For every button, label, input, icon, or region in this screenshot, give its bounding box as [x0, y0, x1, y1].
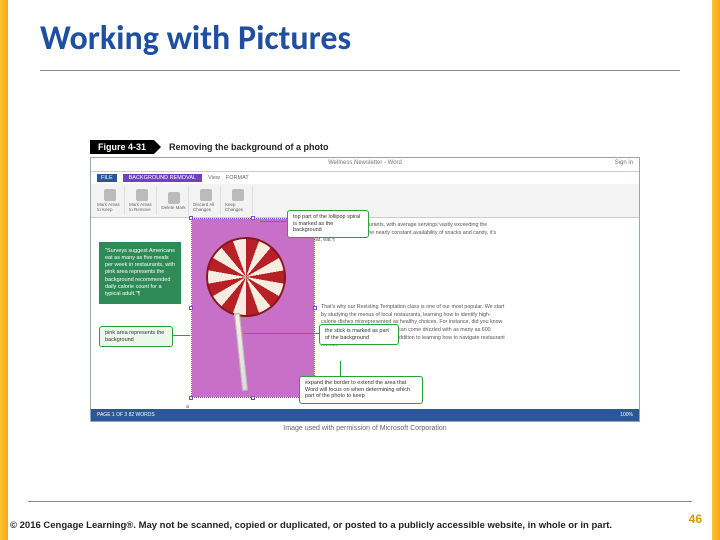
callout-pointer-icon — [260, 221, 288, 222]
mark-remove-icon — [136, 189, 148, 201]
caption-arrow-icon — [154, 140, 161, 154]
discard-button[interactable]: Discard All Changes — [191, 186, 221, 215]
delete-mark-button[interactable]: Delete Mark — [159, 186, 189, 215]
discard-icon — [200, 189, 212, 201]
callout-stick: the stick is marked as part of the backg… — [319, 324, 399, 345]
figure: Figure 4-31 Removing the background of a… — [90, 140, 640, 432]
resize-handle[interactable] — [251, 396, 255, 400]
resize-handle[interactable] — [313, 306, 317, 310]
callout-pointer-icon — [244, 333, 320, 334]
resize-handle[interactable] — [189, 216, 193, 220]
figure-caption: Figure 4-31 Removing the background of a… — [90, 140, 640, 154]
mark-keep-icon — [104, 189, 116, 201]
callout-expand: expand the border to extend the area tha… — [299, 376, 423, 404]
figure-number: Figure 4-31 — [90, 140, 154, 154]
status-zoom[interactable]: 100% — [620, 412, 633, 418]
word-window: Wellness Newsletter - Word Sign in FILE … — [90, 157, 640, 422]
lollipop-icon — [206, 237, 286, 317]
titlebar: Wellness Newsletter - Word Sign in — [91, 158, 639, 172]
figure-credit: Image used with permission of Microsoft … — [90, 425, 640, 432]
keep-changes-button[interactable]: Keep Changes — [223, 186, 253, 215]
pull-quote: "Surveys suggest Americans eat as many a… — [99, 242, 181, 304]
mark-keep-button[interactable]: Mark Areas to Keep — [95, 186, 125, 215]
accent-right — [712, 0, 720, 540]
tab-format[interactable]: FORMAT — [226, 175, 249, 181]
status-bar: PAGE 1 OF 3 82 WORDS 100% — [91, 409, 639, 421]
accent-left — [0, 0, 8, 540]
tab-view[interactable]: View — [208, 175, 220, 181]
selected-picture[interactable] — [191, 218, 315, 398]
page-title: Working with Pictures — [40, 18, 351, 59]
callout-pointer-icon — [172, 335, 190, 336]
title-rule — [40, 70, 680, 71]
status-left: PAGE 1 OF 3 82 WORDS — [97, 412, 155, 418]
ribbon-tabs: FILE BACKGROUND REMOVAL View FORMAT — [91, 172, 639, 184]
resize-handle[interactable] — [251, 216, 255, 220]
callout-pink: pink area represents the background — [99, 326, 173, 347]
callout-top: top part of the lollipop spiral is marke… — [287, 210, 369, 238]
page-number: 46 — [689, 512, 702, 526]
sign-in-link[interactable]: Sign in — [615, 160, 633, 166]
footer-rule — [28, 501, 692, 502]
callout-pointer-icon — [340, 361, 341, 377]
mark-remove-button[interactable]: Mark Areas to Remove — [127, 186, 157, 215]
keep-icon — [232, 189, 244, 201]
resize-handle[interactable] — [189, 396, 193, 400]
tab-background-removal[interactable]: BACKGROUND REMOVAL — [123, 174, 202, 182]
resize-handle[interactable] — [189, 306, 193, 310]
window-title: Wellness Newsletter - Word — [328, 160, 402, 166]
tab-file[interactable]: FILE — [97, 174, 117, 182]
document-area: Surveys suggest Americans eat as many as… — [91, 218, 639, 409]
delete-mark-icon — [168, 192, 180, 204]
copyright: © 2016 Cengage Learning®. May not be sca… — [10, 520, 650, 532]
figure-caption-text: Removing the background of a photo — [161, 142, 329, 152]
